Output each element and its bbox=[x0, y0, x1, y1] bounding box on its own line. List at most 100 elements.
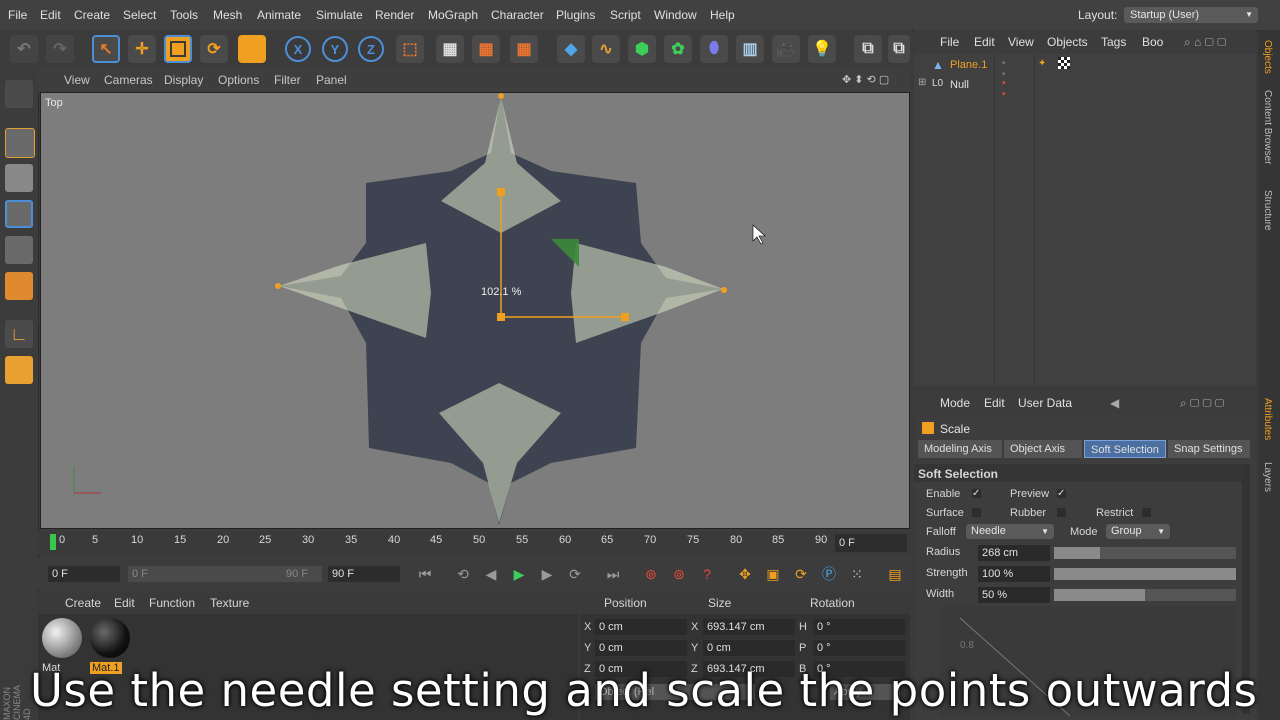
preview-checkbox[interactable]: ✓ bbox=[1057, 489, 1066, 499]
scale-handle-y-knob[interactable] bbox=[497, 188, 505, 196]
size-y-field[interactable]: 0 cm bbox=[703, 640, 795, 656]
menu-render[interactable]: Render bbox=[375, 8, 414, 22]
timeline-ruler[interactable]: 0 5 10 15 20 25 30 35 40 45 50 55 60 65 … bbox=[38, 532, 912, 554]
go-to-start-icon[interactable]: ⏮ bbox=[414, 563, 436, 585]
spline-pen-icon[interactable]: ∿ bbox=[592, 35, 620, 63]
material-menu-function[interactable]: Function bbox=[149, 596, 195, 610]
move-tool-icon[interactable]: ✛ bbox=[128, 35, 156, 63]
visibility-dots-icon[interactable]: • • bbox=[1002, 78, 1006, 100]
rubber-checkbox[interactable] bbox=[1057, 508, 1066, 517]
viewport-navigation-icon[interactable]: ✥ ⬍ ⟲ ▢ bbox=[842, 73, 889, 86]
radius-slider[interactable] bbox=[1054, 547, 1236, 559]
tab-modeling-axis[interactable]: Modeling Axis bbox=[918, 440, 1002, 458]
render-view-icon[interactable]: ▦ bbox=[436, 35, 464, 63]
point-handle-top[interactable] bbox=[498, 93, 504, 99]
surface-checkbox[interactable] bbox=[972, 508, 981, 517]
step-back-icon[interactable]: ◀ bbox=[480, 563, 502, 585]
material-menu-create[interactable]: Create bbox=[65, 596, 101, 610]
key-scale-icon[interactable]: ▣ bbox=[762, 563, 784, 585]
position-x-field[interactable]: 0 cm bbox=[595, 619, 687, 635]
key-point-level-icon[interactable]: ⁙ bbox=[846, 563, 868, 585]
tab-soft-selection[interactable]: Soft Selection bbox=[1084, 440, 1166, 458]
key-rotation-icon[interactable]: ⟳ bbox=[790, 563, 812, 585]
render-settings-icon[interactable]: ▦ bbox=[510, 35, 538, 63]
menu-select[interactable]: Select bbox=[123, 8, 156, 22]
object-row[interactable]: ⊞ L0 Null • • bbox=[914, 76, 1256, 100]
object-row[interactable]: ▲ Plane.1 • • ✦ bbox=[914, 56, 1256, 80]
attribute-menu-mode[interactable]: Mode bbox=[940, 396, 970, 410]
menu-tools[interactable]: Tools bbox=[170, 8, 198, 22]
side-tab-objects[interactable]: Objects bbox=[1262, 40, 1273, 74]
radius-field[interactable]: 268 cm bbox=[978, 545, 1050, 561]
object-menu-tags[interactable]: Tags bbox=[1101, 35, 1126, 49]
axis-x-lock-button[interactable]: X bbox=[285, 36, 311, 62]
start-frame-field[interactable]: 0 F bbox=[48, 566, 120, 582]
redo-icon[interactable]: ↷ bbox=[46, 35, 74, 63]
current-frame-field[interactable]: 0 F bbox=[835, 534, 907, 552]
model-mode-icon[interactable] bbox=[5, 128, 35, 158]
live-selection-icon[interactable]: ↖ bbox=[92, 35, 120, 63]
polygons-mode-icon[interactable] bbox=[5, 272, 33, 300]
end-frame-field[interactable]: 90 F bbox=[328, 566, 400, 582]
play-icon[interactable]: ▶ bbox=[508, 563, 530, 585]
timeline-window-icon[interactable]: ▤ bbox=[884, 563, 906, 585]
tab-object-axis[interactable]: Object Axis bbox=[1004, 440, 1082, 458]
strength-field[interactable]: 100 % bbox=[978, 566, 1050, 582]
playhead-marker[interactable] bbox=[50, 534, 56, 550]
object-menu-view[interactable]: View bbox=[1008, 35, 1034, 49]
menu-mograph[interactable]: MoGraph bbox=[428, 8, 478, 22]
side-tab-attributes[interactable]: Attributes bbox=[1262, 398, 1273, 440]
recent-tool-icon[interactable] bbox=[238, 35, 266, 63]
back-arrow-icon[interactable]: ◀ bbox=[1110, 396, 1119, 410]
rotate-tool-icon[interactable]: ⟳ bbox=[200, 35, 228, 63]
viewport-menu-display[interactable]: Display bbox=[164, 73, 203, 87]
menu-script[interactable]: Script bbox=[610, 8, 641, 22]
layout-select[interactable]: Startup (User) ▼ bbox=[1124, 7, 1258, 23]
viewport-menu-options[interactable]: Options bbox=[218, 73, 259, 87]
go-to-end-icon[interactable]: ⏭ bbox=[602, 563, 624, 585]
points-mode-icon[interactable] bbox=[5, 200, 33, 228]
point-handle-left[interactable] bbox=[275, 283, 281, 289]
size-x-field[interactable]: 693.147 cm bbox=[703, 619, 795, 635]
position-y-field[interactable]: 0 cm bbox=[595, 640, 687, 656]
menu-mesh[interactable]: Mesh bbox=[213, 8, 242, 22]
point-selection-tag-icon[interactable]: ✦ bbox=[1038, 58, 1046, 69]
viewport-top[interactable]: Top 102.1 % bbox=[40, 92, 910, 529]
menu-animate[interactable]: Animate bbox=[257, 8, 301, 22]
render-picture-viewer-icon[interactable]: ▦ bbox=[472, 35, 500, 63]
menu-simulate[interactable]: Simulate bbox=[316, 8, 363, 22]
object-menu-bookmarks[interactable]: Boo bbox=[1142, 35, 1163, 49]
autokey-icon[interactable]: ⊚ bbox=[668, 563, 690, 585]
previous-key-icon[interactable]: ⟲ bbox=[452, 563, 474, 585]
key-position-icon[interactable]: ✥ bbox=[734, 563, 756, 585]
scale-tool-icon[interactable] bbox=[164, 35, 192, 63]
material-tag-icon[interactable] bbox=[1058, 57, 1070, 69]
scale-handle-x-knob[interactable] bbox=[621, 313, 629, 321]
keyframe-selection-icon[interactable]: ? bbox=[696, 563, 718, 585]
viewport-menu-filter[interactable]: Filter bbox=[274, 73, 301, 87]
menu-create[interactable]: Create bbox=[74, 8, 110, 22]
search-icon[interactable]: ⌕ ⌂ ▢ ▢ bbox=[1184, 35, 1226, 50]
attribute-menu-edit[interactable]: Edit bbox=[984, 396, 1005, 410]
workplane-mode-icon[interactable]: ⧉ bbox=[888, 35, 910, 63]
preview-range-slider[interactable]: 0 F 90 F bbox=[128, 566, 322, 582]
strength-slider[interactable] bbox=[1054, 568, 1236, 580]
axis-mode-icon[interactable]: ∟ bbox=[5, 320, 33, 348]
workplane-icon[interactable]: ⧉ bbox=[854, 35, 882, 63]
menu-window[interactable]: Window bbox=[654, 8, 697, 22]
next-key-icon[interactable]: ⟳ bbox=[564, 563, 586, 585]
menu-character[interactable]: Character bbox=[491, 8, 544, 22]
width-field[interactable]: 50 % bbox=[978, 587, 1050, 603]
array-cloner-icon[interactable]: ✿ bbox=[664, 35, 692, 63]
search-icon[interactable]: ⌕ ▢ ▢ ▢ bbox=[1180, 396, 1224, 411]
cube-object-icon[interactable]: ◆ bbox=[557, 35, 585, 63]
tab-snap-settings[interactable]: Snap Settings bbox=[1168, 440, 1250, 458]
scale-handle-center[interactable] bbox=[497, 313, 505, 321]
menu-file[interactable]: File bbox=[8, 8, 27, 22]
viewport-menu-panel[interactable]: Panel bbox=[316, 73, 347, 87]
attribute-menu-user-data[interactable]: User Data bbox=[1018, 396, 1072, 410]
subdivision-surface-icon[interactable]: ⬢ bbox=[628, 35, 656, 63]
side-tab-layers[interactable]: Layers bbox=[1262, 462, 1273, 492]
deformer-icon[interactable]: ⬮ bbox=[700, 35, 728, 63]
mode-select[interactable]: Group ▼ bbox=[1106, 524, 1170, 539]
